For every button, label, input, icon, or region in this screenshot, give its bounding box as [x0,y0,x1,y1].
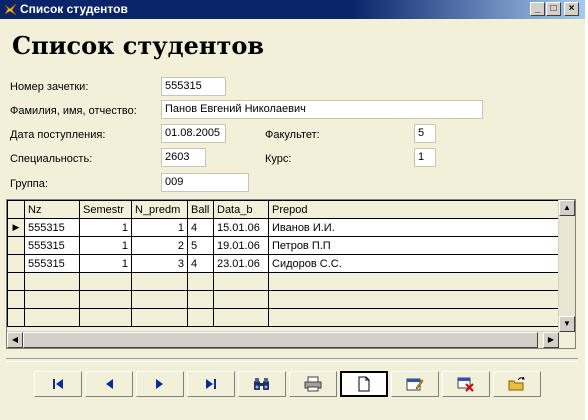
find-button[interactable] [238,371,286,397]
cell-nz[interactable]: 555315 [24,254,80,273]
cell-nz[interactable]: 555315 [24,218,80,237]
navigation-toolbar [0,371,585,401]
column-header[interactable]: N_predm [131,200,188,219]
cell-data-b[interactable]: 15.01.06 [213,218,269,237]
next-record-button[interactable] [136,371,184,397]
cell-n-predm[interactable]: 1 [131,218,188,237]
new-record-button[interactable] [340,371,388,397]
cell-data-b[interactable]: 19.01.06 [213,236,269,255]
minimize-button[interactable]: _ [530,2,545,16]
table-row[interactable]: 555315 1 3 4 23.01.06 Сидоров С.С. [7,254,560,273]
column-header[interactable]: Data_b [213,200,269,219]
cell-prepod[interactable]: Сидоров С.С. [268,254,560,273]
cell-n-predm[interactable]: 2 [131,236,188,255]
grid-header-row: Nz Semestr N_predm Ball Data_b Prepod [7,200,560,219]
window-title: Список студентов [20,2,128,16]
table-row[interactable]: 555315 1 2 5 19.01.06 Петров П.П [7,236,560,255]
title-bar[interactable]: Список студентов _ □ × [0,0,585,19]
column-header[interactable]: Semestr [79,200,132,219]
header-indicator [7,200,25,219]
close-button[interactable]: × [564,2,579,16]
column-header[interactable]: Ball [187,200,214,219]
specialty-label: Специальность: [10,153,93,165]
open-button[interactable] [493,371,541,397]
previous-record-button[interactable] [85,371,133,397]
course-field[interactable]: 1 [414,148,436,167]
column-header[interactable]: Nz [24,200,80,219]
empty-row [7,308,560,327]
cell-ball[interactable]: 4 [187,218,214,237]
vertical-scrollbar[interactable]: ▲ ▼ [558,200,575,332]
first-record-icon [53,379,63,389]
row-indicator [7,236,25,255]
first-record-button[interactable] [34,371,82,397]
empty-row [7,290,560,309]
faculty-label: Факультет: [265,129,320,141]
binoculars-icon [254,378,269,390]
new-document-icon [358,376,370,392]
open-folder-icon [508,376,525,391]
scroll-down-icon[interactable]: ▼ [559,316,575,332]
record-book-label: Номер зачетки: [10,81,89,93]
column-header[interactable]: Prepod [268,200,560,219]
current-row-indicator-icon: ▶ [7,218,25,237]
admission-date-field[interactable]: 01.08.2005 [161,124,226,143]
print-button[interactable] [289,371,337,397]
grades-grid[interactable]: Nz Semestr N_predm Ball Data_b Prepod ▶ … [6,199,576,349]
next-record-icon [156,379,163,389]
separator-line [6,358,578,362]
cell-prepod[interactable]: Иванов И.И. [268,218,560,237]
delete-button[interactable] [442,371,490,397]
app-window: Список студентов _ □ × Список студентов … [0,0,585,420]
admission-date-label: Дата поступления: [10,129,106,141]
record-book-field[interactable]: 555315 [161,77,226,96]
fio-label: Фамилия, имя, отчество: [10,105,137,117]
delete-record-icon [457,377,474,392]
previous-record-icon [106,379,113,389]
specialty-field[interactable]: 2603 [161,148,206,167]
grades-table: Nz Semestr N_predm Ball Data_b Prepod ▶ … [7,200,560,327]
last-record-icon [206,379,216,389]
row-indicator [7,254,25,273]
empty-row [7,272,560,291]
table-row[interactable]: ▶ 555315 1 1 4 15.01.06 Иванов И.И. [7,218,560,237]
edit-icon [406,378,424,391]
scroll-up-icon[interactable]: ▲ [559,200,575,216]
cell-ball[interactable]: 5 [187,236,214,255]
group-label: Группа: [10,178,48,190]
scroll-left-icon[interactable]: ◀ [7,332,23,348]
cell-ball[interactable]: 4 [187,254,214,273]
form-heading: Список студентов [12,31,265,60]
fio-field[interactable]: Панов Евгений Николаевич [161,100,483,119]
edit-button[interactable] [391,371,439,397]
horizontal-scrollbar[interactable]: ◀ ▶ [7,331,559,348]
scroll-right-icon[interactable]: ▶ [543,332,559,348]
form-client-area: Список студентов Номер зачетки: 555315 Ф… [0,19,585,420]
app-icon [4,3,17,16]
cell-semestr[interactable]: 1 [79,236,132,255]
horizontal-scroll-thumb[interactable] [23,332,538,348]
cell-semestr[interactable]: 1 [79,254,132,273]
last-record-button[interactable] [187,371,235,397]
cell-data-b[interactable]: 23.01.06 [213,254,269,273]
cell-prepod[interactable]: Петров П.П [268,236,560,255]
faculty-field[interactable]: 5 [414,124,436,143]
printer-icon [304,376,322,392]
course-label: Курс: [265,153,292,165]
cell-semestr[interactable]: 1 [79,218,132,237]
maximize-button[interactable]: □ [546,2,561,16]
cell-nz[interactable]: 555315 [24,236,80,255]
cell-n-predm[interactable]: 3 [131,254,188,273]
group-field[interactable]: 009 [161,173,249,192]
